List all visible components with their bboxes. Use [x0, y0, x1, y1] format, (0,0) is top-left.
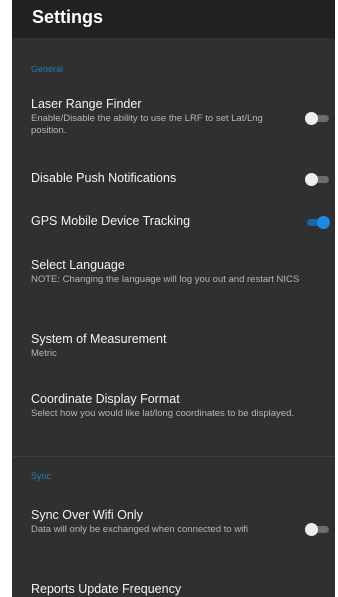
- pref-summary: Enable/Disable the ability to use the LR…: [31, 113, 263, 136]
- pref-summary: NOTE: Changing the language will log you…: [31, 274, 300, 285]
- settings-screen: Settings General Laser Range Finder Enab…: [12, 0, 335, 597]
- pref-title: Coordinate Display Format: [31, 392, 180, 406]
- pref-title: Sync Over Wifi Only: [31, 508, 143, 522]
- pref-title: Disable Push Notifications: [31, 171, 177, 185]
- switch-thumb: [305, 112, 318, 125]
- sync-over-wifi-only-toggle[interactable]: [305, 522, 331, 536]
- pref-disable-push-notifications[interactable]: Disable Push Notifications: [31, 171, 331, 186]
- pref-gps-mobile-device-tracking[interactable]: GPS Mobile Device Tracking: [31, 214, 331, 229]
- pref-title: Laser Range Finder: [31, 97, 142, 111]
- pref-title: GPS Mobile Device Tracking: [31, 214, 191, 228]
- pref-title: Reports Update Frequency: [31, 582, 182, 596]
- page-title: Settings: [32, 7, 104, 27]
- switch-thumb: [317, 216, 330, 229]
- pref-summary: Select how you would like lat/long coord…: [31, 408, 294, 419]
- pref-sync-over-wifi-only[interactable]: Sync Over Wifi Only Data will only be ex…: [31, 508, 331, 536]
- switch-thumb: [305, 173, 318, 186]
- gps-mobile-device-tracking-toggle[interactable]: [305, 215, 331, 229]
- settings-list[interactable]: General Laser Range Finder Enable/Disabl…: [12, 38, 335, 597]
- pref-system-of-measurement[interactable]: System of Measurement Metric: [31, 332, 331, 360]
- pref-summary: Metric: [31, 348, 57, 359]
- pref-title: Select Language: [31, 258, 125, 272]
- app-bar: Settings: [12, 0, 335, 38]
- pref-coordinate-display-format[interactable]: Coordinate Display Format Select how you…: [31, 392, 331, 420]
- category-general: General: [31, 64, 64, 74]
- pref-title: System of Measurement: [31, 332, 167, 346]
- switch-thumb: [305, 523, 318, 536]
- laser-range-finder-toggle[interactable]: [305, 111, 331, 125]
- pref-select-language[interactable]: Select Language NOTE: Changing the langu…: [31, 258, 331, 286]
- disable-push-notifications-toggle[interactable]: [305, 172, 331, 186]
- pref-laser-range-finder[interactable]: Laser Range Finder Enable/Disable the ab…: [31, 97, 331, 136]
- section-divider: [12, 456, 335, 457]
- pref-reports-update-frequency[interactable]: Reports Update Frequency: [31, 582, 331, 597]
- category-sync: Sync: [31, 471, 52, 481]
- pref-summary: Data will only be exchanged when connect…: [31, 524, 249, 535]
